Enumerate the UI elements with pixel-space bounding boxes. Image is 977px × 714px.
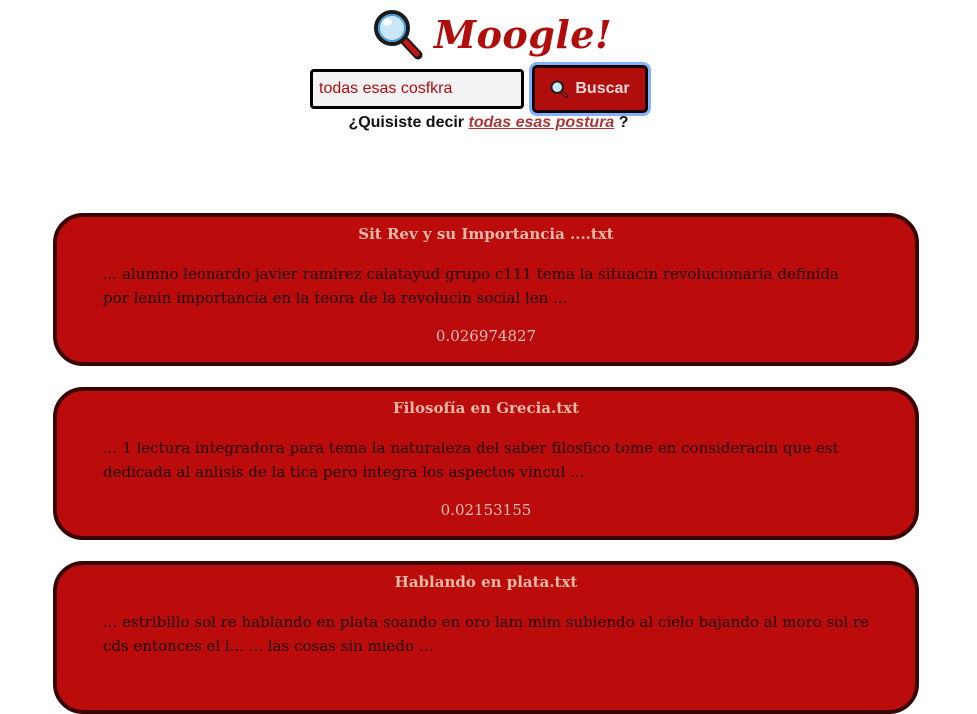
result-card[interactable]: Hablando en plata.txt ... estribillo sol… <box>53 561 919 714</box>
result-score: 0.02153155 <box>440 501 532 519</box>
result-snippet: ... estribillo sol re hablando en plata … <box>103 613 869 655</box>
suggestion-link[interactable]: todas esas postura <box>468 114 614 131</box>
result-card[interactable]: Filosofía en Grecia.txt ... 1 lectura in… <box>53 387 919 540</box>
result-snippet: ... alumno leonardo javier ramirez calat… <box>103 265 839 307</box>
did-you-mean: ¿Quisiste decir todas esas postura ? <box>0 114 977 132</box>
result-title[interactable]: Sit Rev y su Importancia ....txt <box>57 225 915 243</box>
search-bar: Buscar <box>310 65 648 113</box>
result-title[interactable]: Filosofía en Grecia.txt <box>57 399 915 417</box>
logo[interactable]: Moogle! <box>372 10 612 60</box>
result-card[interactable]: Sit Rev y su Importancia ....txt ... alu… <box>53 213 919 366</box>
result-snippet: ... 1 lectura integradora para tema la n… <box>103 439 839 481</box>
suggestion-prefix: ¿Quisiste decir <box>348 114 465 131</box>
suggestion-suffix: ? <box>618 114 629 131</box>
result-score: 0.026974827 <box>435 327 537 345</box>
result-title[interactable]: Hablando en plata.txt <box>57 573 915 591</box>
search-input[interactable] <box>310 69 524 109</box>
logo-text: Moogle! <box>434 12 613 57</box>
magnifying-glass-icon <box>551 80 569 98</box>
search-button[interactable]: Buscar <box>532 65 648 113</box>
header: Moogle! Buscar <box>0 0 977 113</box>
search-button-label: Buscar <box>575 80 630 97</box>
magnifying-glass-icon <box>374 10 423 60</box>
